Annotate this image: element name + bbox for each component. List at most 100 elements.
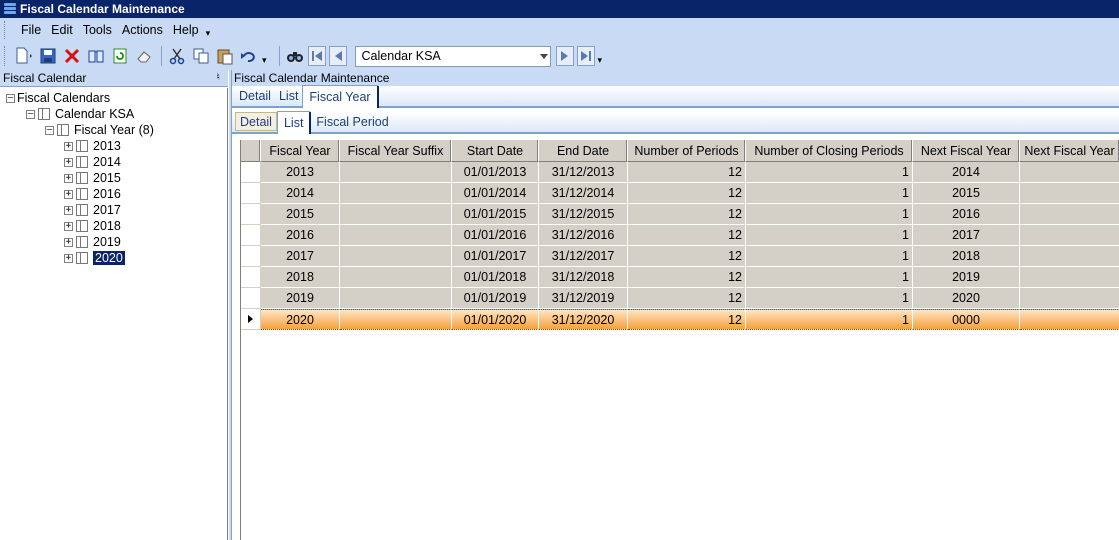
tree-node-root[interactable]: – Fiscal Calendars bbox=[6, 90, 110, 106]
row-selector[interactable] bbox=[241, 267, 261, 288]
table-cell[interactable]: 01/01/2020 bbox=[452, 309, 539, 330]
row-selector[interactable] bbox=[241, 288, 261, 309]
tree-node-fiscal-year[interactable]: – Fiscal Year (8) bbox=[45, 122, 154, 138]
table-row[interactable]: 2013 01/01/2013 31/12/2013 12 1 2014 bbox=[241, 162, 1119, 183]
table-cell[interactable]: 2019 bbox=[913, 267, 1020, 288]
table-cell[interactable]: 31/12/2020 bbox=[539, 309, 628, 330]
table-row[interactable]: 2017 01/01/2017 31/12/2017 12 1 2018 bbox=[241, 246, 1119, 267]
tab-fiscal-period[interactable]: Fiscal Period bbox=[312, 112, 392, 132]
delete-icon[interactable] bbox=[61, 45, 83, 67]
tree-node-calendar[interactable]: – Calendar KSA bbox=[26, 106, 134, 122]
column-header[interactable]: Start Date bbox=[452, 140, 539, 162]
table-cell[interactable]: 12 bbox=[628, 267, 746, 288]
table-cell[interactable]: 2019 bbox=[261, 288, 340, 309]
table-row[interactable]: 2020 01/01/2020 31/12/2020 12 1 0000 bbox=[241, 309, 1119, 330]
menu-overflow-icon[interactable]: ▾ bbox=[206, 28, 211, 39]
table-cell[interactable]: 2015 bbox=[261, 204, 340, 225]
tab-fiscal-year[interactable]: Fiscal Year bbox=[302, 85, 379, 108]
undo-icon[interactable] bbox=[238, 45, 260, 67]
table-cell[interactable]: 2014 bbox=[261, 183, 340, 204]
table-cell[interactable]: 1 bbox=[746, 162, 913, 183]
column-header[interactable]: Fiscal Year bbox=[261, 140, 340, 162]
expand-icon[interactable]: + bbox=[64, 205, 73, 215]
expand-icon[interactable]: + bbox=[64, 189, 73, 199]
table-cell[interactable]: 31/12/2017 bbox=[539, 246, 628, 267]
table-cell[interactable]: 2013 bbox=[261, 162, 340, 183]
table-cell[interactable]: 31/12/2013 bbox=[539, 162, 628, 183]
table-cell[interactable]: 31/12/2014 bbox=[539, 183, 628, 204]
table-cell[interactable]: 1 bbox=[746, 309, 913, 330]
table-cell[interactable]: 01/01/2015 bbox=[452, 204, 539, 225]
expand-icon[interactable]: + bbox=[64, 157, 73, 167]
eraser-icon[interactable] bbox=[133, 45, 155, 67]
pin-icon[interactable]: ♮ bbox=[216, 72, 220, 83]
table-cell[interactable] bbox=[340, 246, 452, 267]
table-cell[interactable]: 12 bbox=[628, 225, 746, 246]
table-cell[interactable]: 31/12/2015 bbox=[539, 204, 628, 225]
table-cell[interactable] bbox=[340, 162, 452, 183]
menu-help[interactable]: Help bbox=[168, 23, 204, 37]
table-cell[interactable]: 12 bbox=[628, 162, 746, 183]
table-cell[interactable]: 2020 bbox=[913, 288, 1020, 309]
table-cell[interactable]: 12 bbox=[628, 204, 746, 225]
tree-node-year[interactable]: + 2019 bbox=[64, 234, 121, 250]
expand-icon[interactable]: + bbox=[64, 173, 73, 183]
table-cell[interactable]: 1 bbox=[746, 288, 913, 309]
calendar-select[interactable]: Calendar KSA bbox=[354, 45, 551, 67]
table-cell[interactable] bbox=[340, 309, 452, 330]
table-cell[interactable]: 0000 bbox=[913, 309, 1020, 330]
menu-grip[interactable] bbox=[4, 21, 10, 39]
table-row[interactable]: 2018 01/01/2018 31/12/2018 12 1 2019 bbox=[241, 267, 1119, 288]
table-cell[interactable]: 01/01/2018 bbox=[452, 267, 539, 288]
row-selector[interactable] bbox=[241, 309, 261, 330]
expand-icon[interactable]: + bbox=[64, 237, 73, 247]
collapse-icon[interactable]: – bbox=[26, 109, 35, 119]
table-cell[interactable]: 2015 bbox=[913, 183, 1020, 204]
table-cell[interactable] bbox=[1020, 288, 1119, 309]
column-header[interactable]: Next Fiscal Year bbox=[1020, 140, 1119, 162]
tree-node-year[interactable]: + 2018 bbox=[64, 218, 121, 234]
book-icon[interactable] bbox=[85, 45, 107, 67]
table-cell[interactable]: 01/01/2019 bbox=[452, 288, 539, 309]
tab-detail[interactable]: Detail bbox=[235, 112, 277, 131]
table-cell[interactable]: 01/01/2017 bbox=[452, 246, 539, 267]
table-cell[interactable] bbox=[340, 288, 452, 309]
row-selector[interactable] bbox=[241, 225, 261, 246]
tab-list[interactable]: List bbox=[275, 86, 302, 106]
paste-icon[interactable] bbox=[214, 45, 236, 67]
copy-icon[interactable] bbox=[190, 45, 212, 67]
tab-detail[interactable]: Detail bbox=[235, 86, 275, 106]
tree-node-year[interactable]: + 2017 bbox=[64, 202, 121, 218]
menu-tools[interactable]: Tools bbox=[78, 23, 117, 37]
table-cell[interactable]: 1 bbox=[746, 204, 913, 225]
row-selector[interactable] bbox=[241, 162, 261, 183]
table-cell[interactable] bbox=[1020, 309, 1119, 330]
menu-edit[interactable]: Edit bbox=[46, 23, 78, 37]
table-row[interactable]: 2014 01/01/2014 31/12/2014 12 1 2015 bbox=[241, 183, 1119, 204]
new-icon[interactable] bbox=[13, 45, 35, 67]
table-cell[interactable]: 31/12/2018 bbox=[539, 267, 628, 288]
table-cell[interactable]: 2016 bbox=[261, 225, 340, 246]
table-cell[interactable]: 12 bbox=[628, 309, 746, 330]
tree-node-year[interactable]: + 2015 bbox=[64, 170, 121, 186]
table-row[interactable]: 2016 01/01/2016 31/12/2016 12 1 2017 bbox=[241, 225, 1119, 246]
table-cell[interactable]: 01/01/2016 bbox=[452, 225, 539, 246]
tab-list[interactable]: List bbox=[276, 111, 312, 134]
expand-icon[interactable]: + bbox=[64, 221, 73, 231]
table-cell[interactable]: 2016 bbox=[913, 204, 1020, 225]
menu-actions[interactable]: Actions bbox=[117, 23, 168, 37]
table-cell[interactable]: 1 bbox=[746, 183, 913, 204]
table-cell[interactable] bbox=[1020, 246, 1119, 267]
table-cell[interactable]: 1 bbox=[746, 267, 913, 288]
table-cell[interactable]: 2020 bbox=[261, 309, 340, 330]
column-header[interactable]: Number of Periods bbox=[628, 140, 746, 162]
next-record-button[interactable] bbox=[555, 46, 574, 66]
table-cell[interactable]: 2017 bbox=[913, 225, 1020, 246]
table-cell[interactable] bbox=[340, 267, 452, 288]
expand-icon[interactable]: + bbox=[64, 253, 73, 263]
tree-node-year[interactable]: + 2016 bbox=[64, 186, 121, 202]
collapse-icon[interactable]: – bbox=[6, 93, 15, 103]
table-cell[interactable] bbox=[1020, 204, 1119, 225]
cut-icon[interactable] bbox=[166, 45, 188, 67]
collapse-icon[interactable]: – bbox=[45, 125, 54, 135]
